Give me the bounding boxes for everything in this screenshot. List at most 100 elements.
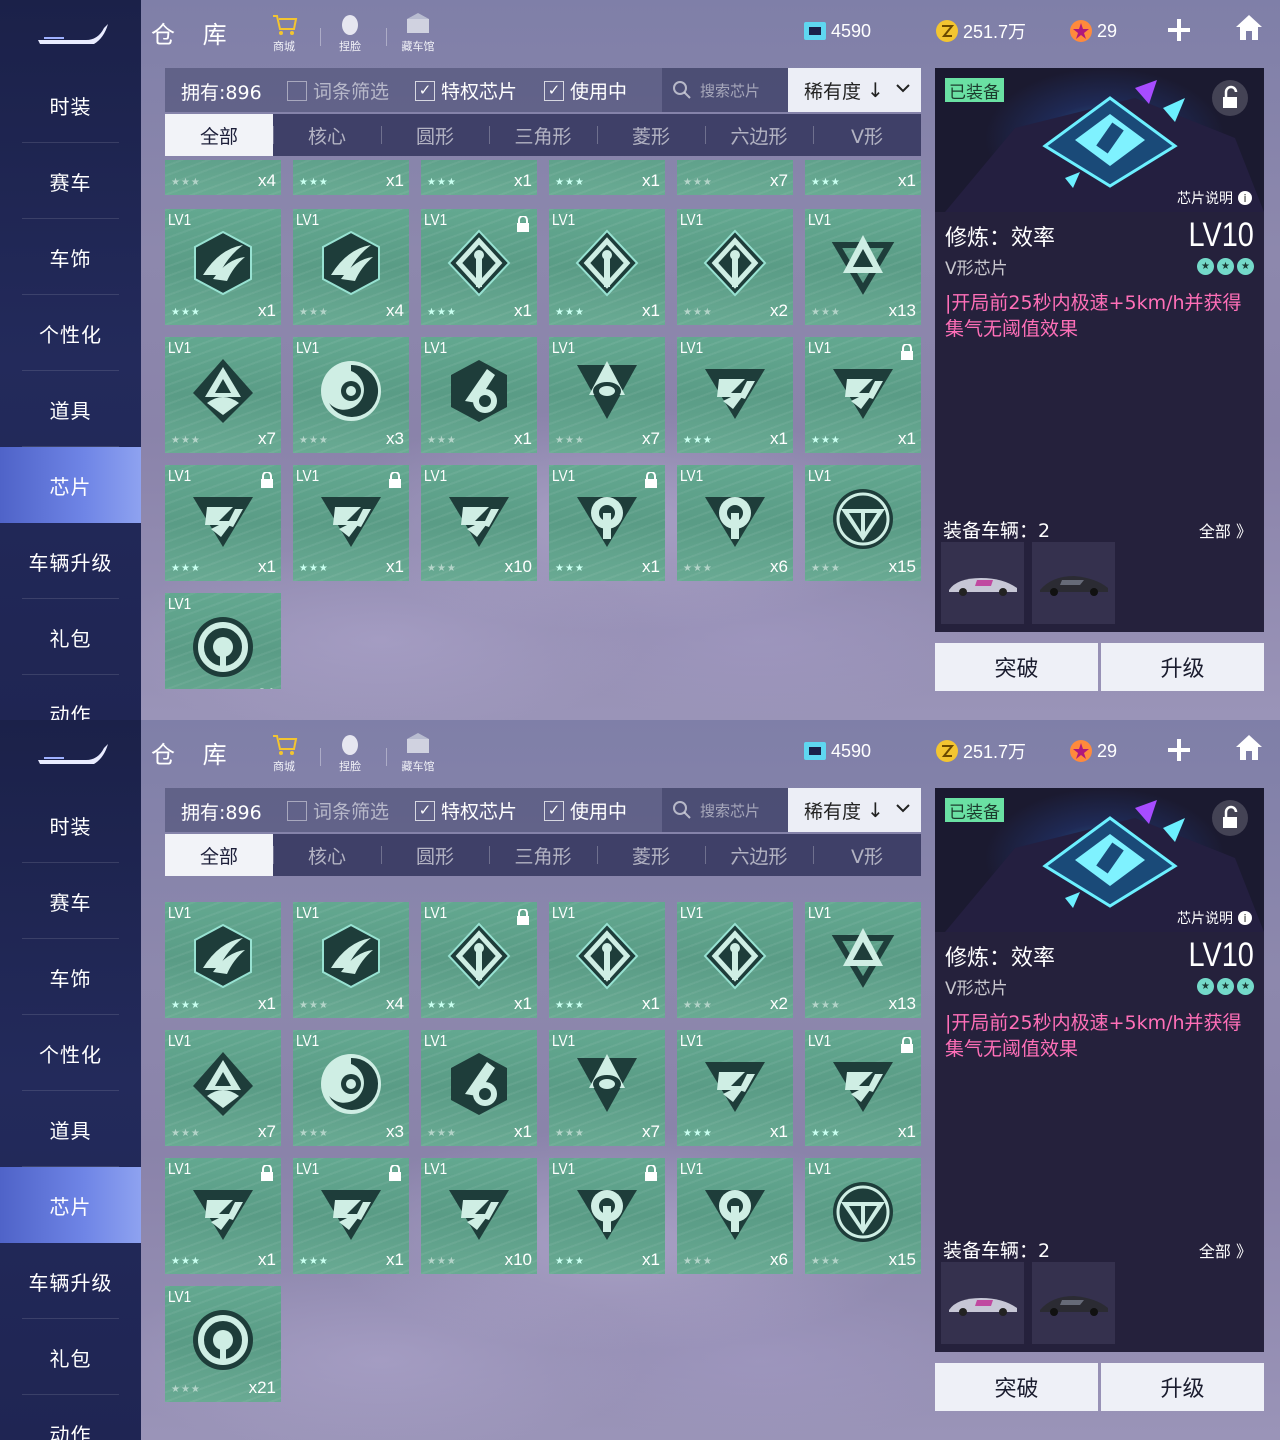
vehicles-all-link[interactable]: 全部 》 xyxy=(1199,1238,1252,1262)
chip-card[interactable]: LV1 ★★★ x15 xyxy=(805,1158,921,1274)
breakthrough-button[interactable]: 突破 xyxy=(935,643,1098,691)
chip-card[interactable]: LV1 ★★★ x1 xyxy=(549,902,665,1018)
sidebar-item-3[interactable]: 个性化 xyxy=(0,295,141,371)
filter-checkbox-0[interactable]: 词条筛选 xyxy=(287,77,389,104)
sidebar-item-0[interactable]: 时装 xyxy=(0,67,141,143)
equipped-vehicle-0[interactable] xyxy=(941,542,1024,624)
equipped-vehicle-0[interactable] xyxy=(941,1262,1024,1344)
filter-checkbox-2[interactable]: ✓ 使用中 xyxy=(544,797,627,824)
sort-dropdown[interactable]: 稀有度 ↓ xyxy=(788,68,921,112)
tab-3[interactable]: 三角形 xyxy=(489,834,597,876)
sidebar-item-5[interactable]: 芯片 xyxy=(0,1167,141,1243)
sidebar-item-2[interactable]: 车饰 xyxy=(0,939,141,1015)
chip-card[interactable]: LV1 ★★★ x15 xyxy=(805,465,921,581)
tab-6[interactable]: V形 xyxy=(813,834,921,876)
chip-card[interactable]: LV1★★★x21 xyxy=(165,1286,281,1402)
tab-6[interactable]: V形 xyxy=(813,114,921,156)
chip-card[interactable]: LV1 ★★★ x1 xyxy=(421,209,537,325)
tab-1[interactable]: 核心 xyxy=(273,834,381,876)
chip-card[interactable]: LV1 ★★★ x2 xyxy=(677,209,793,325)
chip-card[interactable]: LV1 ★★★ x7 xyxy=(549,337,665,453)
filter-checkbox-0[interactable]: 词条筛选 xyxy=(287,797,389,824)
chip-info-link[interactable]: 芯片说明 i xyxy=(1177,908,1252,928)
chip-card[interactable]: LV1 ★★★ x13 xyxy=(805,209,921,325)
chip-card[interactable]: LV1 ★★★ x6 xyxy=(677,1158,793,1274)
tab-5[interactable]: 六边形 xyxy=(705,834,813,876)
sidebar-item-7[interactable]: 礼包 xyxy=(0,1319,141,1395)
chip-card[interactable]: LV1 ★★★ x7 xyxy=(549,1030,665,1146)
lock-toggle-button[interactable] xyxy=(1212,80,1248,116)
home-button[interactable] xyxy=(1234,733,1264,763)
add-currency-button[interactable] xyxy=(1166,17,1192,43)
chip-card[interactable]: ★★★ x1 xyxy=(421,160,537,195)
chip-card[interactable]: LV1 ★★★ x1 xyxy=(677,337,793,453)
chip-info-link[interactable]: 芯片说明 i xyxy=(1177,188,1252,208)
tab-2[interactable]: 圆形 xyxy=(381,114,489,156)
chip-card[interactable]: LV1 ★★★ x1 xyxy=(421,1030,537,1146)
lock-toggle-button[interactable] xyxy=(1212,800,1248,836)
sort-dropdown[interactable]: 稀有度 ↓ xyxy=(788,788,921,832)
chip-card[interactable]: LV1 ★★★ x13 xyxy=(805,902,921,1018)
shortcut-garage[interactable]: 藏车馆 xyxy=(393,12,443,54)
add-currency-button[interactable] xyxy=(1166,737,1192,763)
chip-card[interactable]: LV1 ★★★ x1 xyxy=(549,209,665,325)
upgrade-button[interactable]: 升级 xyxy=(1101,643,1264,691)
chip-card[interactable]: ★★★ x1 xyxy=(549,160,665,195)
chip-card[interactable]: LV1★★★x21 xyxy=(165,593,281,689)
chip-card[interactable]: LV1 ★★★ x1 xyxy=(165,1158,281,1274)
sidebar-item-7[interactable]: 礼包 xyxy=(0,599,141,675)
sidebar-item-1[interactable]: 赛车 xyxy=(0,143,141,219)
tab-1[interactable]: 核心 xyxy=(273,114,381,156)
chip-card[interactable]: LV1 ★★★ x1 xyxy=(805,337,921,453)
chip-card[interactable]: LV1 ★★★ x4 xyxy=(293,902,409,1018)
tab-0[interactable]: 全部 xyxy=(165,114,273,156)
chip-card[interactable]: LV1 ★★★ x1 xyxy=(165,465,281,581)
chip-card[interactable]: LV1 ★★★ x1 xyxy=(677,1030,793,1146)
tab-2[interactable]: 圆形 xyxy=(381,834,489,876)
sidebar-item-3[interactable]: 个性化 xyxy=(0,1015,141,1091)
tab-4[interactable]: 菱形 xyxy=(597,834,705,876)
equipped-vehicle-1[interactable] xyxy=(1032,1262,1115,1344)
chip-card[interactable]: LV1 ★★★ x10 xyxy=(421,1158,537,1274)
chip-card[interactable]: LV1 ★★★ x1 xyxy=(805,1030,921,1146)
sidebar-item-2[interactable]: 车饰 xyxy=(0,219,141,295)
chip-card[interactable]: LV1 ★★★ x1 xyxy=(549,465,665,581)
chip-card[interactable]: LV1 ★★★ x3 xyxy=(293,1030,409,1146)
chip-card[interactable]: LV1 ★★★ x1 xyxy=(421,337,537,453)
chip-card[interactable]: LV1 ★★★ x7 xyxy=(165,337,281,453)
breakthrough-button[interactable]: 突破 xyxy=(935,1363,1098,1411)
home-button[interactable] xyxy=(1234,13,1264,43)
sidebar-item-8[interactable]: 动作 xyxy=(0,675,141,721)
filter-checkbox-2[interactable]: ✓ 使用中 xyxy=(544,77,627,104)
chip-card[interactable]: ★★★ x7 xyxy=(677,160,793,195)
chip-card[interactable]: LV1 ★★★ x4 xyxy=(293,209,409,325)
sidebar-item-5[interactable]: 芯片 xyxy=(0,447,141,523)
sidebar-item-6[interactable]: 车辆升级 xyxy=(0,1243,141,1319)
chip-card[interactable]: ★★★ x1 xyxy=(805,160,921,195)
shortcut-garage[interactable]: 藏车馆 xyxy=(393,732,443,774)
tab-4[interactable]: 菱形 xyxy=(597,114,705,156)
filter-checkbox-1[interactable]: ✓ 特权芯片 xyxy=(415,797,517,824)
chip-card[interactable]: LV1 ★★★ x6 xyxy=(677,465,793,581)
chip-card[interactable]: LV1 ★★★ x3 xyxy=(293,337,409,453)
chip-card[interactable]: LV1 ★★★ x1 xyxy=(293,465,409,581)
shortcut-shop-cart[interactable]: 商城 xyxy=(259,12,309,54)
chip-card[interactable]: LV1 ★★★ x1 xyxy=(549,1158,665,1274)
sidebar-item-4[interactable]: 道具 xyxy=(0,371,141,447)
sidebar-item-6[interactable]: 车辆升级 xyxy=(0,523,141,599)
chip-card[interactable]: LV1 ★★★ x1 xyxy=(165,902,281,1018)
chip-card[interactable]: LV1 ★★★ x7 xyxy=(165,1030,281,1146)
search-input[interactable]: 搜索芯片 xyxy=(662,68,788,112)
chip-card[interactable]: ★★★ x4 xyxy=(165,160,281,195)
chip-card[interactable]: LV1 ★★★ x10 xyxy=(421,465,537,581)
tab-5[interactable]: 六边形 xyxy=(705,114,813,156)
tab-3[interactable]: 三角形 xyxy=(489,114,597,156)
chip-card[interactable]: LV1 ★★★ x1 xyxy=(293,1158,409,1274)
shortcut-face-edit[interactable]: 捏脸 xyxy=(325,12,375,54)
filter-checkbox-1[interactable]: ✓ 特权芯片 xyxy=(415,77,517,104)
sidebar-item-4[interactable]: 道具 xyxy=(0,1091,141,1167)
sidebar-item-0[interactable]: 时装 xyxy=(0,787,141,863)
chip-card[interactable]: LV1 ★★★ x2 xyxy=(677,902,793,1018)
chip-card[interactable]: LV1 ★★★ x1 xyxy=(165,209,281,325)
sidebar-item-8[interactable]: 动作 xyxy=(0,1395,141,1440)
